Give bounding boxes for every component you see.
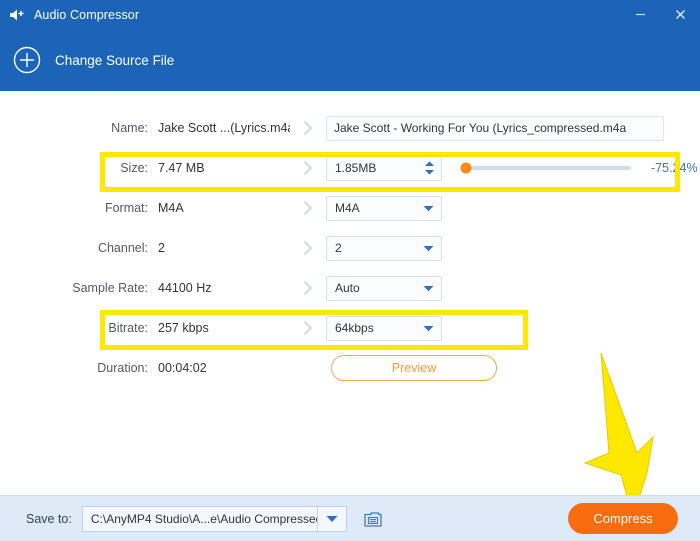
field-row-name: Name: Jake Scott ...(Lyrics.m4a Jake Sco…: [0, 108, 700, 148]
format-select[interactable]: M4A: [326, 195, 442, 221]
chevron-right-icon: [290, 160, 326, 176]
chevron-down-icon: [423, 205, 434, 211]
chevron-down-icon: [326, 515, 338, 522]
channel-select[interactable]: 2: [326, 235, 442, 261]
chevron-right-icon: [290, 320, 326, 336]
title-bar: Audio Compressor: [0, 0, 700, 29]
field-value-bitrate: 257 kbps: [158, 321, 209, 335]
field-value-format: M4A: [158, 201, 184, 215]
save-to-dropdown-button[interactable]: [316, 505, 347, 532]
slider-track[interactable]: [460, 162, 631, 174]
minimize-button[interactable]: [620, 0, 660, 29]
field-value-name: Jake Scott ...(Lyrics.m4a: [158, 121, 290, 135]
field-row-sample-rate: Sample Rate: 44100 Hz Auto: [0, 268, 700, 308]
chevron-down-icon: [423, 285, 434, 291]
size-reduction-percent: -75.24%: [651, 161, 698, 175]
slider-handle[interactable]: [460, 162, 472, 174]
field-row-channel: Channel: 2 2: [0, 228, 700, 268]
change-source-file-button[interactable]: Change Source File: [55, 53, 174, 68]
format-select-value: M4A: [335, 201, 360, 215]
stepper-up-icon: [424, 161, 434, 166]
audio-compressor-window: Audio Compressor Change Source File Name…: [0, 0, 700, 541]
bitrate-select[interactable]: 64kbps: [326, 315, 442, 341]
field-label-format: Format:: [104, 201, 148, 215]
chevron-right-icon: [290, 120, 326, 136]
field-value-sample-rate: 44100 Hz: [158, 281, 212, 295]
field-label-sample-rate: Sample Rate:: [72, 281, 148, 295]
preview-button[interactable]: Preview: [331, 355, 497, 381]
save-to-path-input[interactable]: C:\AnyMP4 Studio\A...e\Audio Compressed: [81, 505, 317, 532]
output-name-input[interactable]: Jake Scott - Working For You (Lyrics_com…: [326, 115, 664, 141]
main-panel: Name: Jake Scott ...(Lyrics.m4a Jake Sco…: [0, 91, 700, 495]
field-label-name: Name:: [111, 121, 148, 135]
target-size-stepper[interactable]: 1.85MB: [326, 155, 442, 181]
chevron-down-icon: [423, 325, 434, 331]
size-slider[interactable]: -75.24%: [460, 161, 700, 175]
field-label-channel: Channel:: [97, 241, 148, 255]
channel-select-value: 2: [335, 241, 342, 255]
window-title: Audio Compressor: [34, 7, 140, 22]
field-label-bitrate: Bitrate:: [108, 321, 148, 335]
chevron-down-icon: [423, 245, 434, 251]
field-row-bitrate: Bitrate: 257 kbps 64kbps: [0, 308, 700, 348]
footer-bar: Save to: C:\AnyMP4 Studio\A...e\Audio Co…: [0, 495, 700, 541]
stepper-arrows[interactable]: [420, 157, 438, 180]
compress-button[interactable]: Compress: [568, 503, 678, 534]
chevron-right-icon: [290, 240, 326, 256]
field-value-duration: 00:04:02: [158, 361, 207, 375]
field-row-size: Size: 7.47 MB 1.85MB -75.24%: [0, 148, 700, 188]
folder-list-icon: [364, 511, 382, 527]
field-row-duration: Duration: 00:04:02 Preview: [0, 348, 700, 388]
field-value-channel: 2: [158, 241, 165, 255]
source-bar: Change Source File: [0, 29, 700, 91]
chevron-right-icon: [290, 280, 326, 296]
sample-rate-select[interactable]: Auto: [326, 275, 442, 301]
close-button[interactable]: [660, 0, 700, 29]
plus-circle-icon[interactable]: [13, 46, 41, 74]
field-row-format: Format: M4A M4A: [0, 188, 700, 228]
save-to-label: Save to:: [26, 511, 72, 526]
sample-rate-select-value: Auto: [335, 281, 360, 295]
chevron-right-icon: [290, 200, 326, 216]
stepper-down-icon: [424, 170, 434, 175]
browse-folder-button[interactable]: [361, 508, 385, 530]
field-label-duration: Duration:: [97, 361, 148, 375]
window-controls: [620, 0, 700, 29]
target-size-value: 1.85MB: [335, 161, 377, 175]
field-value-size: 7.47 MB: [158, 161, 205, 175]
bitrate-select-value: 64kbps: [335, 321, 374, 335]
field-label-size: Size:: [120, 161, 148, 175]
speaker-plus-icon: [9, 8, 26, 22]
